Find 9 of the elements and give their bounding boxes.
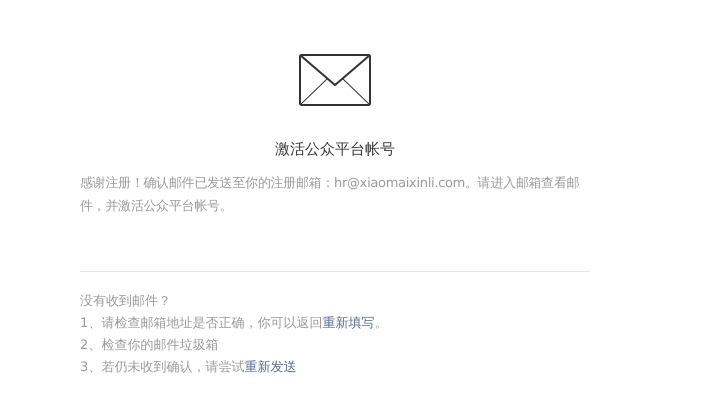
page-title: 激活公众平台帐号 bbox=[274, 139, 396, 160]
help-heading: 没有收到邮件？ bbox=[80, 293, 172, 311]
help-step: 1、请检查邮箱地址是否正确，你可以返回重新填写。 bbox=[80, 313, 590, 335]
help-step: 2、检查你的邮件垃圾箱 bbox=[80, 335, 590, 357]
text-link[interactable]: 重新发送 bbox=[244, 360, 296, 375]
description-text: 感谢注册！确认邮件已发送至你的注册邮箱：hr@xiaomaixinli.com。请进入邮箱查看邮件，并激活公众平台帐号。 bbox=[80, 175, 580, 216]
text-link[interactable]: 重新填写 bbox=[322, 316, 374, 331]
help-step: 3、若仍未收到确认，请尝试重新发送 bbox=[80, 357, 590, 379]
envelope-icon bbox=[299, 54, 371, 106]
